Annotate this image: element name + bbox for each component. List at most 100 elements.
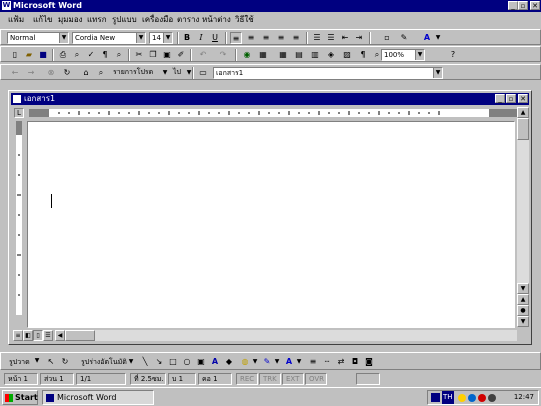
decrease-indent-icon[interactable]: ⇤ — [339, 32, 351, 44]
border-icon[interactable]: ▫ — [381, 32, 393, 44]
menu-file[interactable]: แฟ้ม — [8, 14, 24, 26]
chevron-down-icon[interactable]: ▼ — [415, 50, 424, 60]
vertical-scrollbar[interactable]: ▲ ▼ ▲ ● ▼ — [517, 107, 529, 327]
horizontal-ruler[interactable]: L — [13, 107, 521, 119]
document-icon[interactable] — [13, 95, 21, 103]
favorites-menu[interactable]: รายการโปรด — [111, 67, 161, 79]
close-button[interactable]: ✕ — [530, 1, 540, 10]
font-color-icon[interactable]: A — [421, 32, 433, 44]
document-page[interactable] — [27, 121, 515, 328]
shadow-icon[interactable]: ◘ — [349, 356, 361, 368]
chevron-down-icon[interactable]: ▼ — [161, 67, 169, 79]
bold-button[interactable]: B — [181, 32, 193, 44]
menu-table[interactable]: ตาราง — [177, 14, 199, 26]
chevron-down-icon[interactable]: ▼ — [295, 356, 303, 368]
columns-icon[interactable]: ▥ — [309, 49, 321, 61]
chevron-down-icon[interactable]: ▼ — [434, 32, 442, 44]
align-left-icon[interactable]: ≡ — [230, 32, 242, 44]
spelling-status-icon[interactable] — [356, 373, 380, 385]
3d-icon[interactable]: ◙ — [363, 356, 375, 368]
chevron-down-icon[interactable]: ▼ — [136, 33, 145, 43]
status-ext[interactable]: EXT — [282, 373, 304, 385]
print-icon[interactable]: ⎙ — [57, 49, 69, 61]
draw-menu[interactable]: รูปวาด — [9, 356, 30, 368]
font-size-combo[interactable]: 14 ▼ — [149, 32, 173, 44]
arrow-style-icon[interactable]: ⇄ — [335, 356, 347, 368]
network-icon[interactable] — [431, 393, 440, 402]
status-rec[interactable]: REC — [236, 373, 258, 385]
select-browse-object-icon[interactable]: ● — [517, 305, 529, 316]
redo-icon[interactable]: ↷ — [217, 49, 229, 61]
draw-font-color-icon[interactable]: A — [283, 356, 295, 368]
font-combo[interactable]: Cordia New ▼ — [72, 32, 146, 44]
stop-icon[interactable]: ⊗ — [45, 67, 57, 79]
copy-icon[interactable]: ❐ — [147, 49, 159, 61]
align-center-icon[interactable]: ≡ — [245, 32, 257, 44]
menu-format[interactable]: รูปแบบ — [112, 14, 137, 26]
line-color-icon[interactable]: ✎ — [261, 356, 273, 368]
format-painter-icon[interactable]: ✐ — [175, 49, 187, 61]
align-right-icon[interactable]: ≡ — [260, 32, 272, 44]
scroll-up-icon[interactable]: ▲ — [517, 107, 529, 118]
taskbar-word-button[interactable]: Microsoft Word — [42, 390, 154, 405]
menu-help[interactable]: วิธีใช้ — [235, 14, 254, 26]
autoshapes-menu[interactable]: รูปร่างอัตโนมัติ — [81, 356, 127, 368]
paste-icon[interactable]: ▣ — [161, 49, 173, 61]
scroll-left-icon[interactable]: ◀ — [55, 330, 65, 341]
horizontal-scroll-thumb[interactable] — [65, 330, 95, 341]
print-layout-icon[interactable]: ▯ — [33, 330, 43, 341]
doc-close-button[interactable]: ✕ — [518, 94, 528, 103]
undo-icon[interactable]: ↶ — [197, 49, 209, 61]
increase-indent-icon[interactable]: ⇥ — [353, 32, 365, 44]
horizontal-scrollbar[interactable]: ◀ — [55, 330, 517, 341]
word-app-icon[interactable]: W — [2, 1, 11, 10]
vertical-ruler[interactable] — [13, 121, 25, 326]
rectangle-icon[interactable]: □ — [167, 356, 179, 368]
normal-view-icon[interactable]: ≡ — [13, 330, 23, 341]
clock[interactable]: 12:47 — [514, 391, 534, 404]
status-ovr[interactable]: OVR — [305, 373, 327, 385]
menu-tools[interactable]: เครื่องมือ — [142, 14, 173, 26]
previous-page-icon[interactable]: ▲ — [517, 294, 529, 305]
fill-color-icon[interactable]: ◍ — [239, 356, 251, 368]
document-map-icon[interactable]: ▨ — [341, 49, 353, 61]
distributed-icon[interactable]: ≡ — [290, 32, 302, 44]
home-icon[interactable]: ⌂ — [80, 67, 92, 79]
tray-icon-1[interactable] — [458, 394, 466, 402]
scroll-down-icon[interactable]: ▼ — [517, 283, 529, 294]
chevron-down-icon[interactable]: ▼ — [127, 356, 135, 368]
volume-icon[interactable] — [488, 394, 496, 402]
minimize-button[interactable]: _ — [508, 1, 518, 10]
research-icon[interactable]: ⌕ — [113, 49, 125, 61]
new-document-icon[interactable]: ▯ — [9, 49, 21, 61]
clip-art-icon[interactable]: ◆ — [223, 356, 235, 368]
insert-excel-icon[interactable]: ▤ — [293, 49, 305, 61]
print-preview-icon[interactable]: ⌕ — [71, 49, 83, 61]
open-folder-icon[interactable]: ▰ — [23, 49, 35, 61]
menu-window[interactable]: หน้าต่าง — [202, 14, 231, 26]
back-button[interactable]: ← — [9, 67, 21, 79]
line-style-icon[interactable]: ≡ — [307, 356, 319, 368]
zoom-combo[interactable]: 100% ▼ — [381, 49, 425, 61]
save-icon[interactable]: ■ — [37, 49, 49, 61]
chevron-down-icon[interactable]: ▼ — [59, 33, 68, 43]
menu-insert[interactable]: แทรก — [87, 14, 107, 26]
doc-minimize-button[interactable]: _ — [495, 94, 505, 103]
drawing-icon[interactable]: ◈ — [325, 49, 337, 61]
address-combo[interactable]: เอกสาร1 ▼ — [213, 67, 443, 79]
status-trk[interactable]: TRK — [259, 373, 281, 385]
scroll-thumb[interactable] — [517, 118, 529, 140]
search-web-icon[interactable]: ⌕ — [95, 67, 107, 79]
thesaurus-icon[interactable]: ¶ — [99, 49, 111, 61]
text-box-icon[interactable]: ▣ — [195, 356, 207, 368]
select-objects-icon[interactable]: ↖ — [45, 356, 57, 368]
doc-restore-button[interactable]: ▫ — [506, 94, 516, 103]
help-icon[interactable]: ? — [447, 49, 459, 61]
start-button[interactable]: Start — [2, 390, 38, 405]
web-icon[interactable]: ◉ — [241, 49, 253, 61]
free-rotate-icon[interactable]: ↻ — [59, 356, 71, 368]
numbering-icon[interactable]: ☰ — [311, 32, 323, 44]
show-hide-icon[interactable]: ¶ — [357, 49, 369, 61]
line-icon[interactable]: ╲ — [139, 356, 151, 368]
maximize-button[interactable]: ▫ — [518, 1, 528, 10]
